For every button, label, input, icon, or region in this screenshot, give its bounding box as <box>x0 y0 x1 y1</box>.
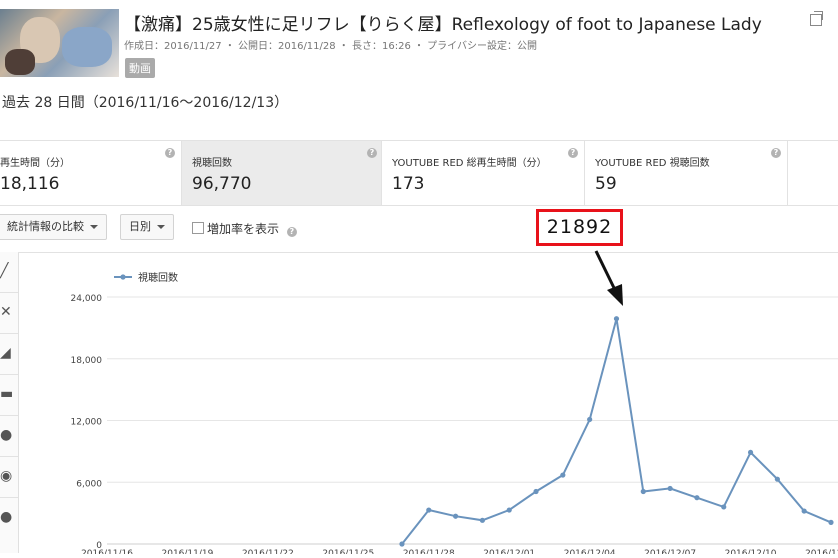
legend-label: 視聴回数 <box>138 271 178 284</box>
chevron-down-icon <box>157 225 165 229</box>
compare-metrics-label: 統計情報の比較 <box>7 220 84 233</box>
x-tick-label: 2016/12/10 <box>725 549 777 554</box>
data-point <box>613 316 620 322</box>
metrics-bar: 再生時間（分） 18,116 ? 視聴回数 96,770 ? YOUTUBE R… <box>0 140 838 206</box>
data-point <box>399 541 405 547</box>
line-chart-icon[interactable]: ╱ <box>0 252 18 293</box>
data-point <box>426 507 432 513</box>
data-point <box>506 507 512 513</box>
metric-label: YOUTUBE RED 総再生時間（分） <box>392 158 547 169</box>
bar-chart-icon[interactable]: ▬ <box>0 375 18 416</box>
y-tick-label: 18,000 <box>71 356 103 366</box>
metric-value: 173 <box>392 174 425 194</box>
peak-annotation-box: 21892 <box>536 209 623 246</box>
data-point <box>587 416 593 423</box>
content-type-badge: 動画 <box>125 58 155 78</box>
video-thumbnail[interactable] <box>0 9 119 77</box>
x-tick-label: 2016/11/16 <box>81 549 133 554</box>
metric-value: 96,770 <box>192 174 252 194</box>
series-line <box>401 318 832 545</box>
bubble-chart-icon[interactable]: ◉ <box>0 457 18 498</box>
growth-rate-label[interactable]: 増加率を表示 ? <box>207 220 297 237</box>
data-point <box>560 472 566 478</box>
help-icon[interactable]: ? <box>286 227 297 237</box>
compare-metrics-dropdown[interactable]: 統計情報の比較 <box>0 214 107 240</box>
x-tick-label: 2016/12/01 <box>483 549 535 554</box>
external-link-icon[interactable] <box>810 11 823 26</box>
x-tick-label: 2016/11/19 <box>162 549 214 554</box>
y-tick-label: 12,000 <box>71 418 103 428</box>
data-point <box>667 485 673 492</box>
granularity-dropdown[interactable]: 日別 <box>120 214 174 240</box>
metric-value: 18,116 <box>0 174 60 194</box>
metric-value: 59 <box>595 174 617 194</box>
legend-swatch-point <box>120 274 126 280</box>
help-icon[interactable]: ? <box>367 148 377 158</box>
metric-card-watch-time[interactable]: 再生時間（分） 18,116 ? <box>0 141 182 205</box>
data-point <box>479 517 486 523</box>
growth-rate-checkbox[interactable] <box>192 222 204 234</box>
data-point <box>828 519 834 525</box>
metric-card-views[interactable]: 視聴回数 96,770 ? <box>182 141 382 205</box>
x-tick-label: 2016/11/28 <box>403 549 455 554</box>
y-tick-label: 24,000 <box>71 294 103 304</box>
date-range-label: 過去 28 日間（2016/11/16〜2016/12/13） <box>2 95 289 111</box>
x-tick-label: 2016/12/04 <box>564 549 616 554</box>
metric-label: YOUTUBE RED 視聴回数 <box>595 158 710 169</box>
area-chart-icon[interactable]: ◢ <box>0 334 18 375</box>
data-point <box>721 504 727 510</box>
data-point <box>452 513 459 519</box>
map-icon[interactable]: ● <box>0 498 18 538</box>
metric-label: 再生時間（分） <box>0 158 70 169</box>
data-point <box>747 449 754 456</box>
data-point <box>640 488 646 495</box>
metric-card-red-views[interactable]: YOUTUBE RED 視聴回数 59 ? <box>585 141 788 205</box>
data-point <box>774 476 780 482</box>
video-meta: 作成日：2016/11/27 ・ 公開日：2016/11/28 ・ 長さ：16:… <box>124 41 537 52</box>
help-icon[interactable]: ? <box>771 148 781 158</box>
pie-chart-icon[interactable]: ● <box>0 416 18 457</box>
x-tick-label: 2016/11/22 <box>242 549 294 554</box>
x-tick-label: 2016/11/25 <box>322 549 374 554</box>
data-point <box>533 488 539 495</box>
views-chart: 0 6,000 12,000 18,000 24,000 2016/11/16 2016/1… <box>18 252 838 558</box>
data-point <box>694 495 700 501</box>
x-tick-label: 2016/12/07 <box>644 549 696 554</box>
help-icon[interactable]: ? <box>568 148 578 158</box>
chart-type-toolbar: ╱ ✕ ◢ ▬ ● ◉ ● <box>0 252 19 553</box>
chevron-down-icon <box>90 225 98 229</box>
metric-label: 視聴回数 <box>192 158 232 169</box>
granularity-label: 日別 <box>129 220 151 233</box>
views-line-chart: 06,00012,00018,00024,0002016/11/16 2016/1… <box>71 271 838 558</box>
x-tick-label: 2016/12/13 <box>805 549 838 554</box>
video-title[interactable]: 【激痛】25歳女性に足リフレ【りらく屋】Reflexology of foot … <box>124 10 762 35</box>
multiline-icon[interactable]: ✕ <box>0 293 18 334</box>
metric-card-red-watch-time[interactable]: YOUTUBE RED 総再生時間（分） 173 ? <box>382 141 585 205</box>
help-icon[interactable]: ? <box>165 148 175 158</box>
y-tick-label: 6,000 <box>76 479 102 489</box>
data-point <box>801 508 807 514</box>
